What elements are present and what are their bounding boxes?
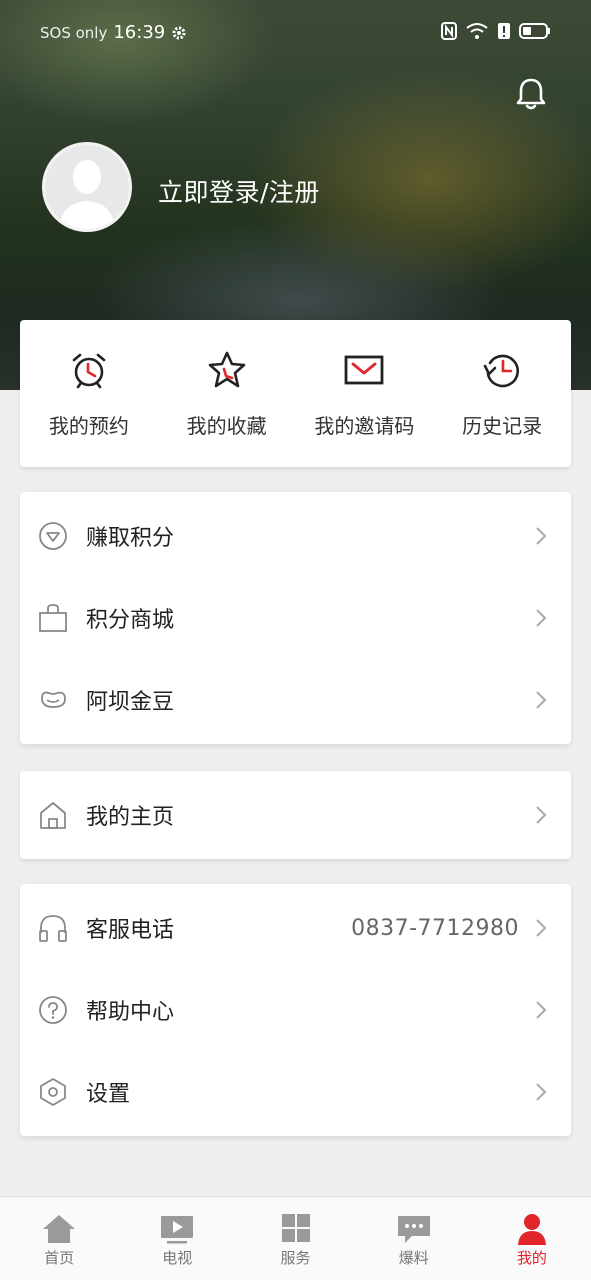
shopping-bag-icon (39, 604, 67, 632)
menu-label: 积分商城 (86, 608, 175, 633)
home-menu-card: 我的主页 (20, 771, 571, 859)
headset-icon (39, 915, 67, 942)
battery-icon (519, 23, 550, 39)
menu-customer-service-phone[interactable]: 客服电话 0837-7712980 (20, 887, 571, 969)
nfc-icon (441, 22, 457, 40)
nav-label: 爆料 (398, 1249, 429, 1267)
quick-actions-card: 我的预约 我的收藏 我的邀请码 历史记录 (20, 320, 571, 467)
chevron-right-icon (536, 609, 547, 627)
quick-action-favorites[interactable]: 我的收藏 (158, 320, 296, 467)
chat-bubble-icon (397, 1216, 430, 1243)
quick-action-label: 历史记录 (462, 414, 543, 438)
wifi-icon (466, 23, 488, 39)
nav-label: 电视 (162, 1249, 193, 1267)
chevron-right-icon (536, 1083, 547, 1101)
question-circle-icon (39, 996, 67, 1024)
nav-mine[interactable]: 我的 (473, 1197, 591, 1280)
quick-action-history[interactable]: 历史记录 (433, 320, 571, 467)
quick-action-label: 我的邀请码 (314, 414, 415, 438)
phone-number[interactable]: 0837-7712980 (351, 916, 519, 941)
clock: 16:39 (113, 22, 166, 43)
status-bar: SOS only 16:39 (0, 0, 591, 66)
menu-settings[interactable]: 设置 (20, 1051, 571, 1133)
tv-play-icon (161, 1216, 194, 1244)
menu-earn-points[interactable]: 赚取积分 (20, 495, 571, 577)
gear-icon (172, 26, 186, 39)
menu-label: 赚取积分 (86, 526, 175, 551)
grid-icon (281, 1214, 310, 1242)
alert-icon (498, 23, 510, 39)
quick-action-reservations[interactable]: 我的预约 (20, 320, 158, 467)
menu-my-homepage[interactable]: 我的主页 (20, 774, 571, 856)
nav-home[interactable]: 首页 (0, 1197, 118, 1280)
home-icon (43, 1215, 76, 1243)
nav-label: 我的 (516, 1249, 547, 1267)
chevron-right-icon (536, 527, 547, 545)
bean-icon (41, 691, 66, 708)
carrier-text: SOS only (40, 23, 108, 42)
star-icon (208, 351, 245, 388)
nav-tv[interactable]: 电视 (118, 1197, 236, 1280)
avatar[interactable] (42, 142, 132, 232)
points-menu-card: 赚取积分 积分商城 阿坝金豆 (20, 492, 571, 744)
nav-label: 服务 (280, 1249, 311, 1267)
menu-label: 客服电话 (86, 918, 175, 943)
envelope-icon (344, 355, 384, 385)
chevron-right-icon (536, 691, 547, 709)
house-icon (40, 802, 66, 829)
quick-action-invite-code[interactable]: 我的邀请码 (296, 320, 434, 467)
menu-help-center[interactable]: 帮助中心 (20, 969, 571, 1051)
quick-action-label: 我的预约 (48, 414, 129, 438)
nav-tips[interactable]: 爆料 (355, 1197, 473, 1280)
menu-label: 设置 (86, 1082, 131, 1107)
chevron-right-icon (536, 919, 547, 937)
quick-action-label: 我的收藏 (186, 414, 267, 438)
hexagon-settings-icon (40, 1078, 66, 1106)
menu-label: 我的主页 (86, 805, 175, 830)
nav-label: 首页 (44, 1249, 75, 1267)
bell-icon[interactable] (513, 76, 549, 112)
menu-points-mall[interactable]: 积分商城 (20, 577, 571, 659)
chevron-right-icon (536, 1001, 547, 1019)
history-icon (483, 354, 520, 388)
alarm-clock-icon (72, 353, 106, 389)
menu-label: 阿坝金豆 (86, 690, 175, 715)
person-icon (517, 1214, 546, 1245)
login-register-link[interactable]: 立即登录/注册 (158, 173, 320, 209)
diamond-circle-icon (39, 522, 67, 550)
bottom-navigation: 首页 电视 服务 爆料 我的 (0, 1196, 591, 1280)
chevron-right-icon (536, 806, 547, 824)
menu-label: 帮助中心 (86, 1000, 175, 1025)
service-menu-card: 客服电话 0837-7712980 帮助中心 设置 (20, 884, 571, 1136)
default-user-icon (59, 160, 115, 229)
nav-services[interactable]: 服务 (236, 1197, 354, 1280)
menu-aba-gold-beans[interactable]: 阿坝金豆 (20, 659, 571, 741)
